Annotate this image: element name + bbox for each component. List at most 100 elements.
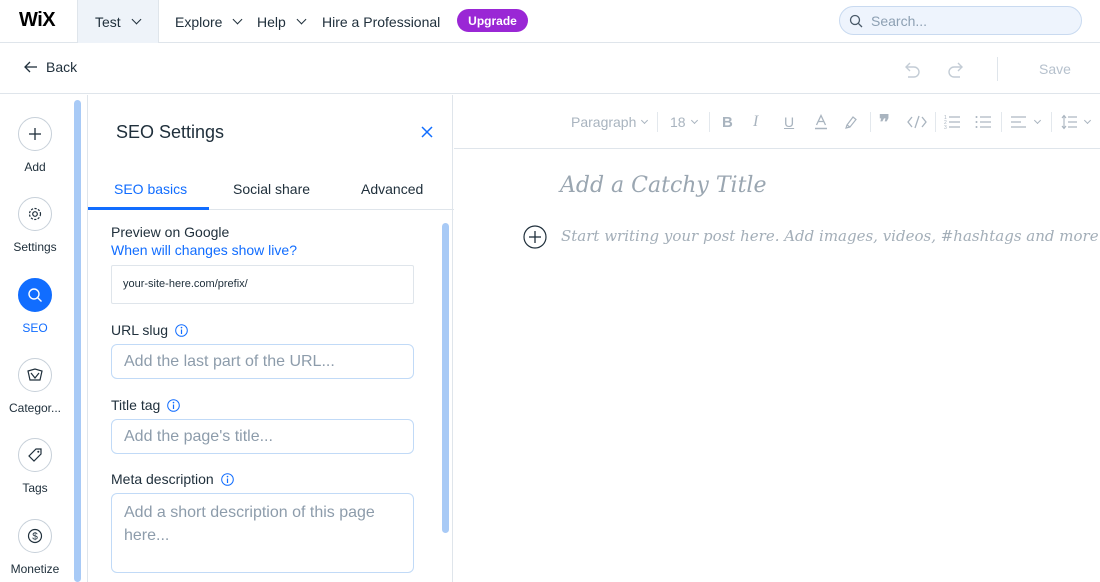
back-button[interactable]: Back bbox=[24, 59, 77, 75]
help-label: Help bbox=[257, 13, 286, 30]
divider bbox=[1051, 112, 1052, 132]
tab-advanced[interactable]: Advanced bbox=[361, 181, 423, 197]
divider bbox=[870, 112, 871, 132]
editor-actions-bar: Back Save bbox=[0, 44, 1100, 94]
save-button[interactable]: Save bbox=[1039, 61, 1071, 77]
highlight-icon[interactable] bbox=[844, 95, 858, 149]
post-body-placeholder[interactable]: Start writing your post here. Add images… bbox=[561, 227, 1100, 245]
rail-label: Tags bbox=[22, 481, 48, 495]
info-icon[interactable] bbox=[167, 398, 181, 412]
title-tag-input[interactable] bbox=[111, 419, 414, 454]
divider bbox=[709, 112, 710, 132]
line-spacing-icon bbox=[1061, 114, 1077, 130]
numbered-list-icon[interactable]: 123 bbox=[944, 95, 960, 149]
info-icon[interactable] bbox=[175, 323, 188, 337]
svg-text:3: 3 bbox=[944, 125, 947, 130]
site-switcher[interactable]: Test bbox=[77, 0, 159, 43]
rail-label: Add bbox=[24, 160, 46, 174]
quote-icon[interactable]: ❞ bbox=[879, 95, 890, 149]
rail-item-settings[interactable]: Settings bbox=[0, 197, 70, 254]
code-icon[interactable] bbox=[907, 95, 927, 149]
divider bbox=[1001, 112, 1002, 132]
divider bbox=[997, 57, 998, 81]
rail-item-tags[interactable]: Tags bbox=[0, 438, 70, 495]
seo-settings-panel: SEO Settings SEO basics Social share Adv… bbox=[87, 95, 454, 582]
font-size-dropdown[interactable]: 18 bbox=[670, 95, 698, 149]
panel-tabs: SEO basics Social share Advanced bbox=[88, 173, 454, 210]
dollar-icon: $ bbox=[18, 519, 52, 553]
font-size-value: 18 bbox=[670, 114, 686, 130]
search-icon bbox=[18, 278, 52, 312]
hire-professional-link[interactable]: Hire a Professional bbox=[322, 0, 440, 43]
chevron-down-icon bbox=[233, 14, 243, 25]
line-spacing-dropdown[interactable] bbox=[1061, 95, 1092, 149]
panel-scrollbar[interactable] bbox=[442, 223, 449, 533]
active-tab-indicator bbox=[88, 207, 209, 210]
rail-scrollbar[interactable] bbox=[74, 100, 81, 582]
add-content-button[interactable] bbox=[523, 225, 547, 249]
search-box[interactable] bbox=[839, 6, 1082, 35]
rail-item-categories[interactable]: Categor... bbox=[0, 358, 70, 415]
explore-label: Explore bbox=[175, 13, 223, 30]
title-tag-text: Title tag bbox=[111, 397, 161, 413]
divider bbox=[935, 112, 936, 132]
editor-toolbar: Paragraph 18 B I U ❞ 123 bbox=[454, 95, 1100, 149]
meta-description-label: Meta description bbox=[111, 471, 234, 487]
title-tag-label: Title tag bbox=[111, 397, 181, 413]
rail-item-monetize[interactable]: $ Monetize bbox=[0, 519, 70, 576]
divider bbox=[657, 112, 658, 132]
tab-seo-basics[interactable]: SEO basics bbox=[114, 181, 187, 197]
rail-item-seo[interactable]: SEO bbox=[0, 278, 70, 335]
chevron-down-icon bbox=[1033, 116, 1042, 124]
explore-menu[interactable]: Explore bbox=[175, 0, 243, 43]
google-preview: your-site-here.com/prefix/ bbox=[111, 265, 414, 304]
panel-title: SEO Settings bbox=[116, 122, 225, 142]
svg-text:$: $ bbox=[32, 532, 38, 543]
meta-description-input[interactable] bbox=[111, 493, 414, 573]
post-title-placeholder[interactable]: Add a Catchy Title bbox=[560, 173, 766, 198]
info-icon[interactable] bbox=[220, 472, 234, 486]
paragraph-style-dropdown[interactable]: Paragraph bbox=[571, 95, 649, 149]
bold-icon[interactable]: B bbox=[722, 95, 733, 149]
url-slug-input[interactable] bbox=[111, 344, 414, 379]
url-slug-text: URL slug bbox=[111, 322, 169, 338]
redo-icon[interactable] bbox=[946, 58, 968, 80]
chevron-down-icon bbox=[690, 116, 698, 124]
align-dropdown[interactable] bbox=[1011, 95, 1042, 149]
tab-social-share[interactable]: Social share bbox=[233, 181, 310, 197]
left-rail: Add Settings SEO Categor... Tags $ Monet… bbox=[0, 95, 74, 582]
chevron-down-icon bbox=[296, 14, 307, 25]
categories-icon bbox=[18, 358, 52, 392]
top-bar: WiX Test Explore Help Hire a Professiona… bbox=[0, 0, 1100, 43]
changes-live-link[interactable]: When will changes show live? bbox=[111, 242, 297, 258]
rail-label: Monetize bbox=[10, 562, 60, 576]
chevron-down-icon bbox=[131, 14, 142, 25]
rail-label: Settings bbox=[13, 240, 57, 254]
bullet-list-icon[interactable] bbox=[975, 95, 991, 149]
search-icon bbox=[849, 14, 863, 27]
text-color-icon[interactable] bbox=[814, 95, 828, 149]
chevron-down-icon bbox=[641, 116, 649, 124]
wix-logo[interactable]: WiX bbox=[19, 9, 56, 32]
search-input[interactable] bbox=[871, 12, 1071, 29]
undo-icon[interactable] bbox=[900, 58, 922, 80]
preview-label: Preview on Google bbox=[111, 224, 230, 240]
italic-icon[interactable]: I bbox=[753, 95, 758, 149]
paragraph-style-value: Paragraph bbox=[571, 114, 637, 130]
gear-icon bbox=[18, 197, 52, 231]
site-name: Test bbox=[95, 13, 121, 30]
url-slug-label: URL slug bbox=[111, 322, 188, 338]
upgrade-button[interactable]: Upgrade bbox=[457, 9, 528, 32]
tag-icon bbox=[18, 438, 52, 472]
rail-item-add[interactable]: Add bbox=[0, 117, 70, 174]
close-icon[interactable] bbox=[419, 124, 435, 140]
arrow-left-icon bbox=[24, 61, 37, 73]
align-left-icon bbox=[1011, 116, 1026, 128]
rail-label: Categor... bbox=[8, 401, 62, 415]
plus-icon bbox=[18, 117, 52, 151]
back-label: Back bbox=[46, 59, 78, 75]
chevron-down-icon bbox=[1083, 116, 1092, 124]
rail-label: SEO bbox=[22, 321, 48, 335]
underline-icon[interactable]: U bbox=[784, 95, 794, 149]
help-menu[interactable]: Help bbox=[257, 0, 307, 43]
